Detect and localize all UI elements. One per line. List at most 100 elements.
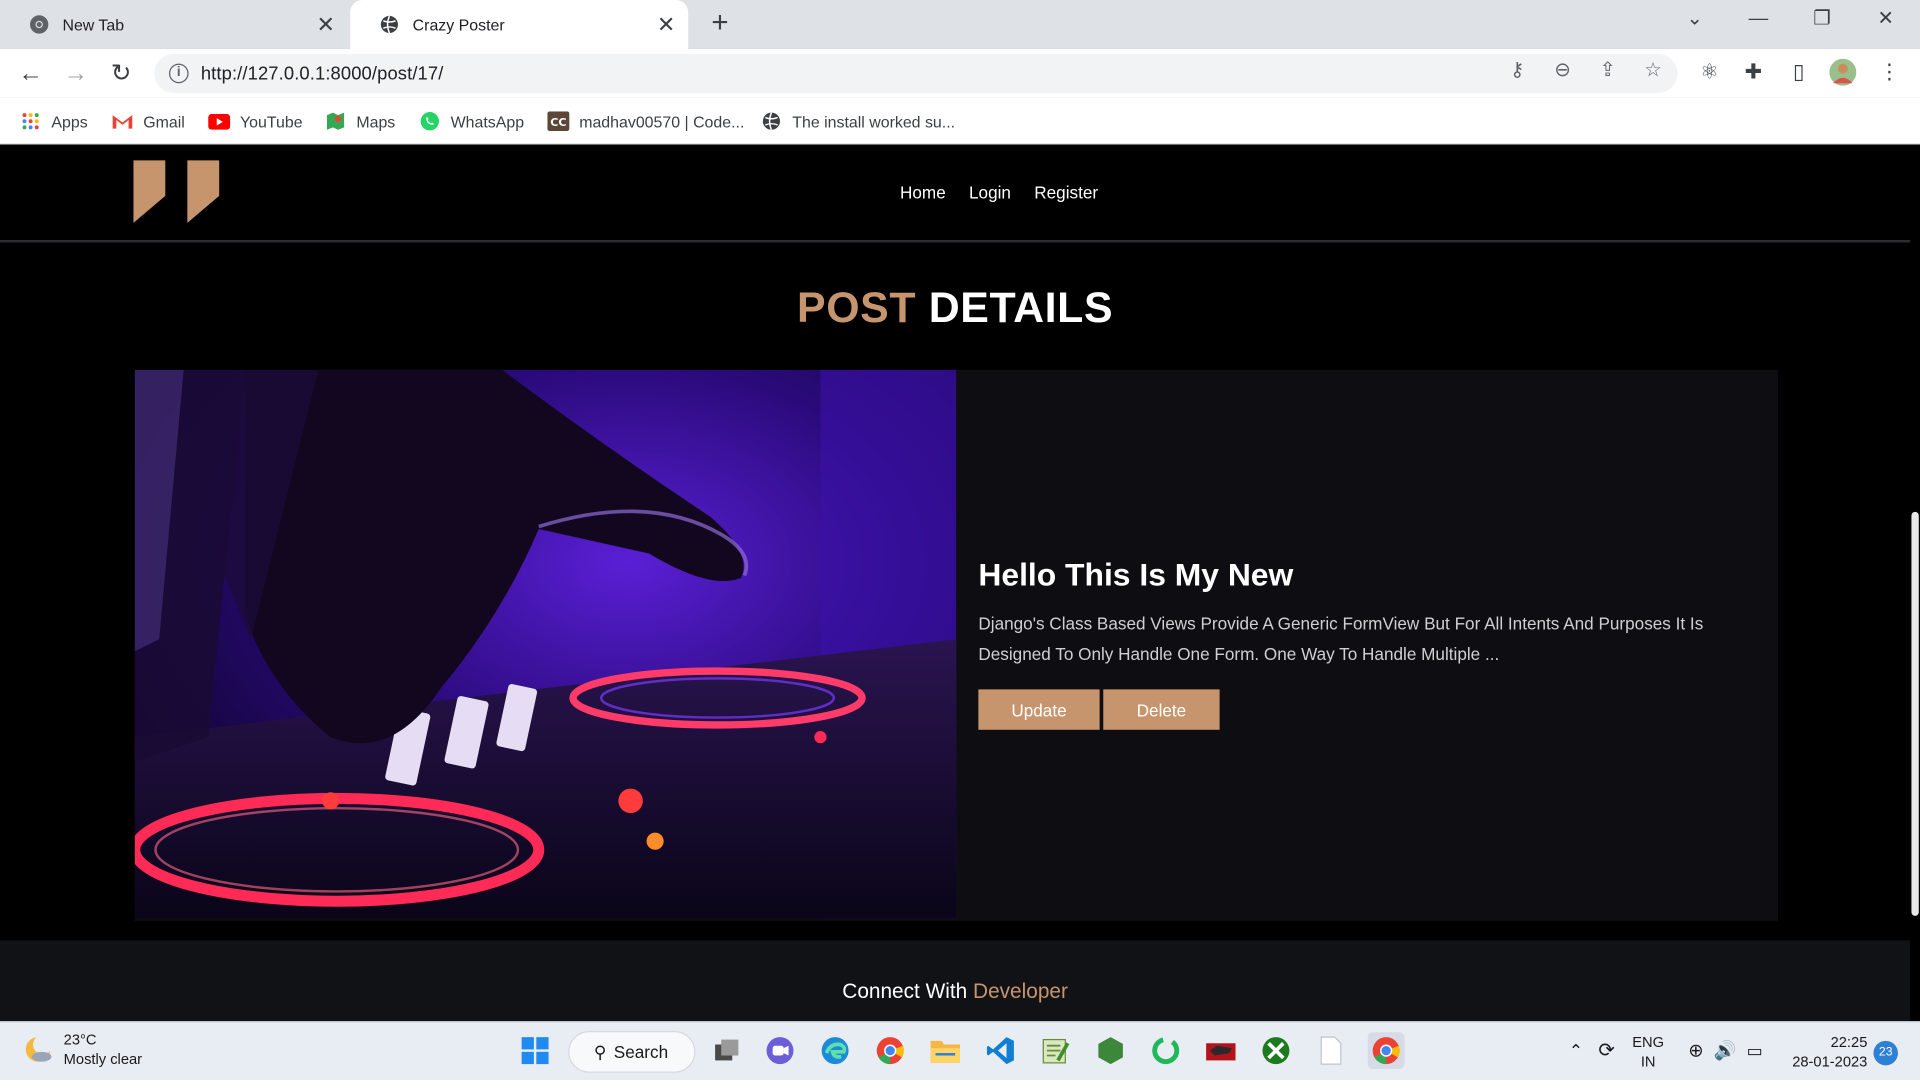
forward-button[interactable]: →	[59, 56, 93, 90]
gmail-icon	[111, 110, 133, 132]
weather-temp: 23°C	[63, 1031, 97, 1049]
zoom-out-icon[interactable]: ⊖	[1550, 59, 1574, 83]
whatsapp-icon	[419, 110, 441, 132]
sync-icon[interactable]: ⟳	[1588, 1032, 1625, 1069]
close-icon[interactable]: ✕	[309, 12, 343, 38]
chrome-running-icon[interactable]	[1367, 1032, 1405, 1069]
new-tab-button[interactable]: +	[703, 7, 737, 41]
bookmark-label: Apps	[51, 112, 88, 131]
post-actions: Update Delete	[978, 689, 1737, 730]
react-devtools-icon[interactable]: ⚛	[1696, 59, 1723, 86]
language-indicator[interactable]: ENG IN	[1630, 1032, 1667, 1071]
side-panel-icon[interactable]: ▯	[1785, 59, 1812, 86]
bookmark-label: Gmail	[143, 112, 185, 131]
chrome-icon	[29, 15, 49, 35]
vscode-icon[interactable]	[982, 1032, 1019, 1069]
tab-search-icon[interactable]: ⌄	[1665, 0, 1724, 42]
share-icon[interactable]: ⇪	[1596, 59, 1620, 83]
tab-new-tab[interactable]: New Tab ✕	[0, 0, 348, 49]
reload-button[interactable]: ↻	[104, 56, 138, 90]
youtube-icon	[208, 110, 231, 132]
bookmark-apps[interactable]: Apps	[20, 107, 88, 136]
bookmark-label: WhatsApp	[450, 112, 525, 131]
bookmark-youtube[interactable]: YouTube	[208, 107, 303, 136]
address-bar[interactable]: i http://127.0.0.1:8000/post/17/	[154, 53, 1678, 94]
site-info-icon[interactable]: i	[168, 63, 189, 84]
windows-taskbar: 23°C Mostly clear ⚲ Search ⌃ ⟳ ENG IN ⊕ …	[0, 1021, 1920, 1080]
svg-text:CC: CC	[550, 116, 566, 129]
key-icon[interactable]: ⚷	[1505, 59, 1529, 83]
site-nav: Home Login Register	[900, 182, 1098, 202]
xbox-icon[interactable]	[1258, 1032, 1295, 1069]
globe-icon	[380, 15, 400, 35]
post-card: Hello This Is My New Django's Class Base…	[134, 369, 1778, 921]
bookmark-label: madhav00570 | Code...	[579, 112, 745, 131]
restore-button[interactable]: ❐	[1793, 0, 1852, 42]
footer-label: Connect With	[842, 979, 968, 1003]
page-title: POST DETAILS	[0, 284, 1910, 333]
page-viewport: Home Login Register POST DETAILS Hello T…	[0, 144, 1920, 1022]
profile-avatar[interactable]	[1829, 58, 1857, 86]
search-icon: ⚲	[593, 1041, 607, 1062]
globe-icon	[760, 110, 782, 132]
post-description: Django's Class Based Views Provide A Gen…	[978, 613, 1704, 664]
nav-home[interactable]: Home	[900, 182, 946, 202]
post-body: Hello This Is My New Django's Class Base…	[978, 556, 1737, 730]
document-icon[interactable]	[1313, 1032, 1350, 1069]
page-scrollbar[interactable]	[1910, 144, 1920, 1022]
title-rest: DETAILS	[928, 284, 1114, 332]
minimize-button[interactable]: —	[1729, 0, 1788, 42]
bookmark-gmail[interactable]: Gmail	[111, 107, 185, 136]
spinner-app-icon[interactable]	[1147, 1032, 1184, 1069]
update-button[interactable]: Update	[978, 689, 1100, 730]
clock-date: 28-01-2023	[1792, 1053, 1868, 1071]
menu-icon[interactable]: ⋮	[1876, 59, 1903, 86]
bookmark-label: Maps	[356, 112, 396, 131]
battery-icon[interactable]: ▭	[1736, 1032, 1773, 1069]
window-close-button[interactable]: ✕	[1856, 0, 1915, 42]
extensions-icon[interactable]: ✚	[1740, 59, 1767, 86]
weather-widget[interactable]: 23°C Mostly clear	[22, 1030, 142, 1069]
post-title: Hello This Is My New	[978, 555, 1294, 593]
clock[interactable]: 22:25 28-01-2023	[1782, 1032, 1868, 1071]
bookmark-star-icon[interactable]: ☆	[1641, 59, 1665, 83]
notification-badge[interactable]: 23	[1873, 1040, 1898, 1066]
site-header: Home Login Register	[0, 144, 1911, 243]
url-text: http://127.0.0.1:8000/post/17/	[200, 63, 444, 84]
tab-title: Crazy Poster	[412, 15, 505, 34]
title-accent: POST	[797, 284, 917, 332]
chrome-icon[interactable]	[872, 1032, 909, 1069]
red-app-icon[interactable]	[1202, 1032, 1239, 1069]
task-view-icon[interactable]	[709, 1032, 746, 1069]
start-button[interactable]	[517, 1032, 554, 1069]
tab-title: New Tab	[62, 15, 125, 34]
bookmark-codechef[interactable]: CC madhav00570 | Code...	[547, 107, 744, 136]
delete-button[interactable]: Delete	[1103, 689, 1220, 730]
lang-line1: ENG	[1632, 1033, 1665, 1051]
bookmark-maps[interactable]: Maps	[324, 107, 395, 136]
codechef-icon: CC	[547, 110, 570, 132]
nav-login[interactable]: Login	[969, 182, 1011, 202]
scroll-thumb[interactable]	[1911, 511, 1919, 916]
apps-grid-icon	[20, 110, 42, 132]
back-button[interactable]: ←	[13, 56, 47, 90]
taskbar-search[interactable]: ⚲ Search	[568, 1031, 696, 1073]
close-icon[interactable]: ✕	[649, 12, 683, 38]
bookmark-whatsapp[interactable]: WhatsApp	[419, 107, 524, 136]
bookmarks-bar: Apps Gmail YouTube Maps WhatsApp CC madh…	[0, 97, 1920, 145]
chat-icon[interactable]	[762, 1032, 799, 1069]
browser-tabstrip: New Tab ✕ Crazy Poster ✕ + ⌄ — ❐ ✕	[0, 0, 1920, 49]
clock-time: 22:25	[1830, 1033, 1868, 1051]
site-logo[interactable]	[132, 159, 223, 223]
bookmark-django[interactable]: The install worked su...	[760, 107, 955, 136]
nav-register[interactable]: Register	[1034, 182, 1098, 202]
moon-icon	[25, 1034, 53, 1062]
nodejs-icon[interactable]	[1092, 1032, 1129, 1069]
file-explorer-icon[interactable]	[927, 1032, 964, 1069]
bookmark-label: YouTube	[240, 112, 303, 131]
tab-crazy-poster[interactable]: Crazy Poster ✕	[350, 0, 689, 49]
notepad-plus-icon[interactable]	[1037, 1032, 1074, 1069]
footer-accent[interactable]: Developer	[973, 980, 1068, 1003]
site-footer: Connect With Developer	[0, 940, 1911, 1022]
edge-icon[interactable]	[817, 1032, 854, 1069]
